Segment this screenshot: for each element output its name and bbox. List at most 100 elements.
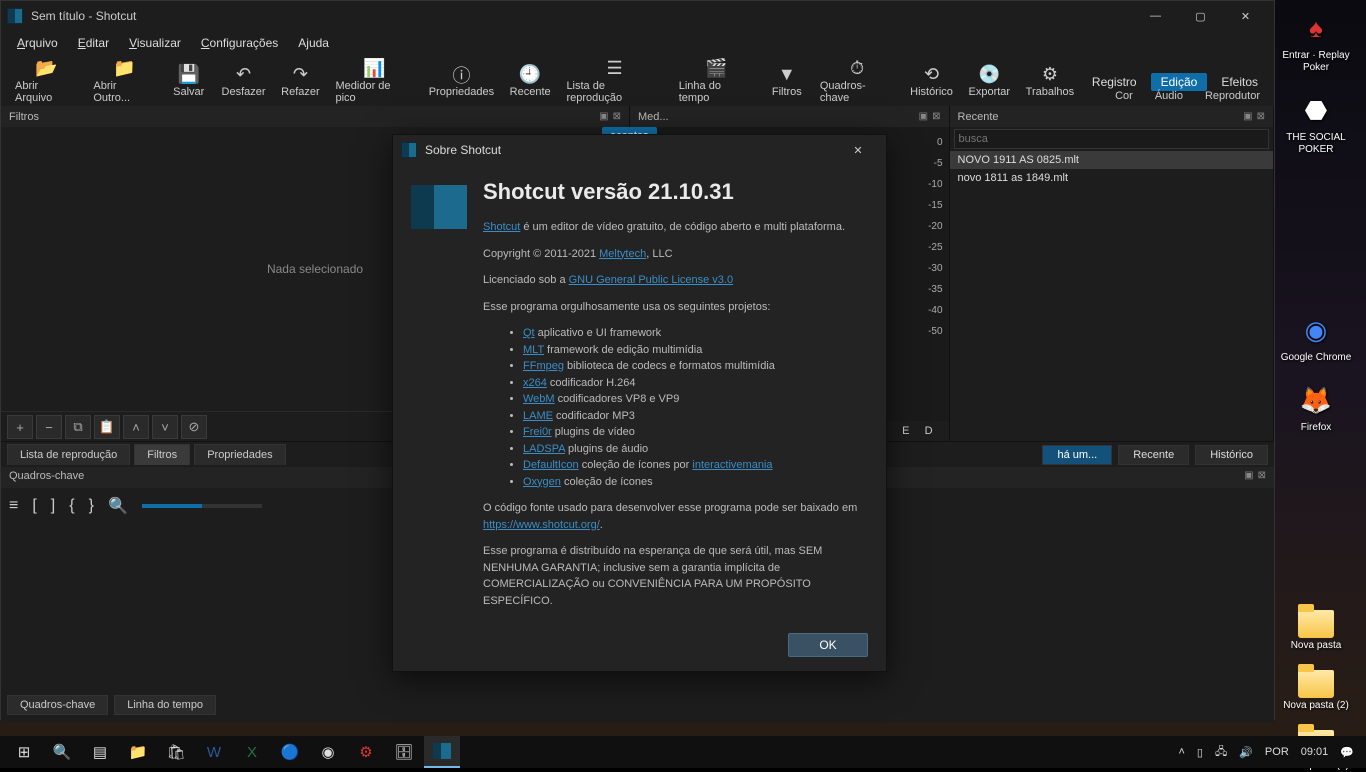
zoom-out-icon[interactable]: 🔍: [108, 496, 128, 516]
shotcut-link[interactable]: Shotcut: [483, 221, 520, 233]
toolbar-desfazer[interactable]: ↶Desfazer: [214, 56, 274, 106]
proj-link[interactable]: Qt: [523, 327, 535, 339]
hamburger-icon[interactable]: ≡: [9, 497, 18, 515]
proj-link[interactable]: MLT: [523, 344, 544, 356]
ha-um-button[interactable]: há um...: [1042, 445, 1112, 465]
proj-link[interactable]: Frei0r: [523, 426, 552, 438]
add-filter-button[interactable]: +: [7, 415, 33, 439]
taskview-icon[interactable]: ▤: [82, 736, 118, 768]
desktop-nova-pasta[interactable]: Nova pasta: [1276, 610, 1356, 652]
minimize-button[interactable]: —: [1133, 1, 1178, 31]
tray-volume-icon[interactable]: 🔊: [1239, 746, 1253, 759]
desktop-the-social-poker[interactable]: ⬣THE SOCIAL POKER: [1276, 92, 1356, 156]
proj-link[interactable]: LAME: [523, 410, 553, 422]
toolbar-right-efeitos[interactable]: Efeitos: [1211, 73, 1268, 91]
proj-link[interactable]: interactivemania: [692, 459, 772, 471]
shotcut-task-icon[interactable]: [424, 736, 460, 768]
search-icon[interactable]: 🔍: [44, 736, 80, 768]
zoom-slider[interactable]: [142, 504, 262, 508]
recent-search-input[interactable]: [954, 129, 1269, 149]
bracket-open-icon[interactable]: [: [32, 497, 36, 515]
proj-link[interactable]: DefaultIcon: [523, 459, 579, 471]
toolbar-right-edição[interactable]: Edição: [1151, 73, 1208, 91]
up-filter-button[interactable]: ˄: [123, 415, 149, 439]
paste-filter-button[interactable]: 📋: [94, 415, 120, 439]
recent-item[interactable]: NOVO 1911 AS 0825.mlt: [950, 151, 1273, 169]
tab-historico[interactable]: Histórico: [1195, 445, 1268, 465]
recent-item[interactable]: novo 1811 as 1849.mlt: [950, 169, 1273, 187]
toolbar-linha-do-tempo[interactable]: 🎬Linha do tempo: [671, 56, 762, 106]
proj-link[interactable]: x264: [523, 377, 547, 389]
remove-filter-button[interactable]: −: [36, 415, 62, 439]
proj-link[interactable]: FFmpeg: [523, 360, 564, 372]
tab-quadros-chave[interactable]: Quadros-chave: [7, 695, 108, 715]
tab-linha-tempo[interactable]: Linha do tempo: [114, 695, 216, 715]
menu-ajuda[interactable]: Ajuda: [290, 34, 337, 52]
close-icon[interactable]: ⊠: [1257, 111, 1265, 122]
menu-arquivo[interactable]: Arquivo: [9, 34, 66, 52]
close-icon[interactable]: ⊠: [932, 111, 940, 122]
tab-lista-de-reprodu-o[interactable]: Lista de reprodução: [7, 444, 130, 465]
toolbar-recente[interactable]: 🕘Recente: [502, 56, 559, 106]
tray-battery-icon[interactable]: ▯: [1197, 746, 1203, 759]
meltytech-link[interactable]: Meltytech: [599, 248, 646, 260]
toolbar-bottom-reprodutor[interactable]: Reprodutor: [1205, 90, 1260, 102]
undock-icon[interactable]: ▣: [1244, 470, 1253, 485]
tray-chevron-icon[interactable]: ˄: [1178, 746, 1184, 758]
disable-filter-button[interactable]: ⊘: [181, 415, 207, 439]
desktop-firefox[interactable]: 🦊Firefox: [1276, 382, 1356, 434]
maximize-button[interactable]: ▢: [1178, 1, 1223, 31]
bracket-close-icon[interactable]: ]: [51, 497, 55, 515]
desktop-entrar-replay-poker[interactable]: ♠Entrar · Replay Poker: [1276, 10, 1356, 74]
explorer-icon[interactable]: 📁: [120, 736, 156, 768]
down-filter-button[interactable]: ˅: [152, 415, 178, 439]
toolbar-exportar[interactable]: 💿Exportar: [961, 56, 1018, 106]
toolbar-abrir-arquivo[interactable]: 📂Abrir Arquivo: [7, 56, 85, 106]
curly-open-icon[interactable]: {: [69, 497, 74, 515]
app-icon-1[interactable]: 🔵: [272, 736, 308, 768]
store-icon[interactable]: 🛍: [158, 736, 194, 768]
desktop-google-chrome[interactable]: ◉Google Chrome: [1276, 312, 1356, 364]
curly-close-icon[interactable]: }: [89, 497, 94, 515]
about-ok-button[interactable]: OK: [788, 633, 868, 657]
undock-icon[interactable]: ▣: [1243, 111, 1252, 122]
license-link[interactable]: GNU General Public License v3.0: [569, 274, 733, 286]
toolbar-filtros[interactable]: ▼Filtros: [762, 56, 812, 106]
toolbar-refazer[interactable]: ↷Refazer: [273, 56, 327, 106]
tray-network-icon[interactable]: 🖧: [1215, 743, 1227, 762]
start-button[interactable]: ⊞: [6, 736, 42, 768]
toolbar-quadros-chave[interactable]: ⏱Quadros-chave: [812, 56, 902, 106]
menu-configurações[interactable]: Configurações: [193, 34, 286, 52]
close-button[interactable]: ✕: [1223, 1, 1268, 31]
excel-icon[interactable]: X: [234, 736, 270, 768]
about-close-button[interactable]: ✕: [838, 135, 878, 165]
toolbar-right-registro[interactable]: Registro: [1082, 73, 1147, 91]
titlebar[interactable]: Sem título - Shotcut — ▢ ✕: [1, 1, 1274, 31]
toolbar-lista-de-reprodu-o[interactable]: ☰Lista de reprodução: [558, 56, 670, 106]
desktop-nova-pasta-2-[interactable]: Nova pasta (2): [1276, 670, 1356, 712]
toolbar-bottom-cor[interactable]: Cor: [1115, 90, 1133, 102]
undock-icon[interactable]: ▣: [599, 111, 608, 122]
toolbar-propriedades[interactable]: ⓘPropriedades: [421, 56, 502, 106]
app-icon-2[interactable]: ⚙: [348, 736, 384, 768]
tray-time[interactable]: 09:01: [1301, 746, 1329, 758]
tab-recente[interactable]: Recente: [1118, 445, 1189, 465]
menu-editar[interactable]: Editar: [70, 34, 117, 52]
proj-link[interactable]: LADSPA: [523, 443, 565, 455]
toolbar-medidor-de-pico[interactable]: 📊Medidor de pico: [328, 56, 422, 106]
word-icon[interactable]: W: [196, 736, 232, 768]
close-icon[interactable]: ⊠: [1258, 470, 1266, 485]
toolbar-bottom-áudio[interactable]: Áudio: [1155, 90, 1183, 102]
chrome-icon[interactable]: ◉: [310, 736, 346, 768]
toolbar-trabalhos[interactable]: ⚙Trabalhos: [1018, 56, 1082, 106]
tab-filtros[interactable]: Filtros: [134, 444, 190, 465]
tray-lang[interactable]: POR: [1265, 746, 1289, 758]
undock-icon[interactable]: ▣: [919, 111, 928, 122]
toolbar-salvar[interactable]: 💾Salvar: [164, 56, 214, 106]
toolbar-abrir-outro-[interactable]: 📁Abrir Outro...: [85, 56, 163, 106]
tray-notifications-icon[interactable]: 💬: [1340, 746, 1354, 759]
tab-propriedades[interactable]: Propriedades: [194, 444, 285, 465]
proj-link[interactable]: Oxygen: [523, 476, 561, 488]
app-icon-3[interactable]: 🗄: [386, 736, 422, 768]
close-icon[interactable]: ⊠: [613, 111, 621, 122]
